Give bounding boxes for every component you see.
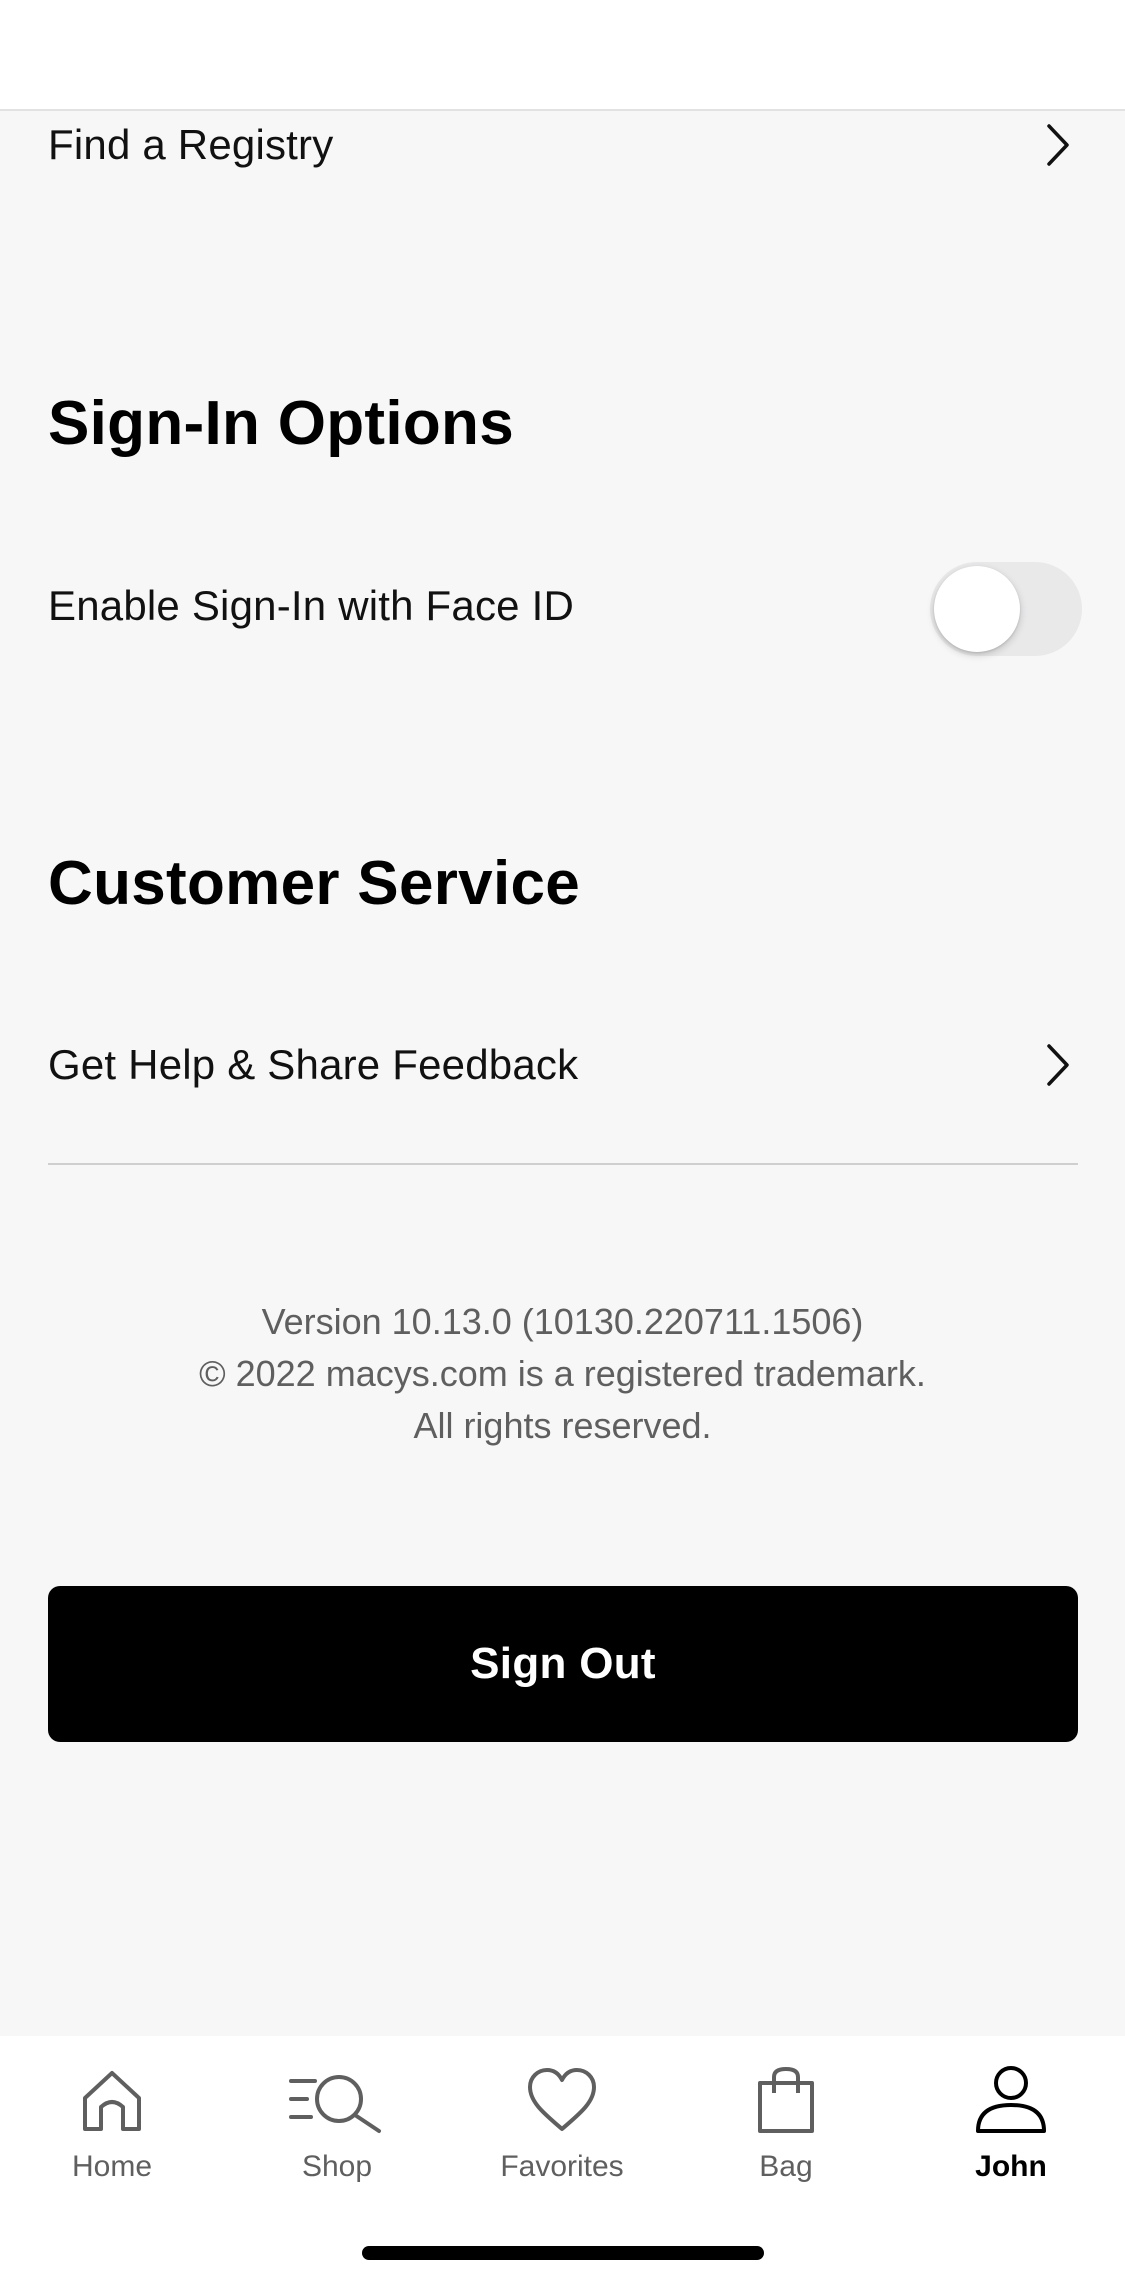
find-registry-row[interactable]: Find a Registry <box>48 114 1078 176</box>
customer-service-title: Customer Service <box>48 849 581 918</box>
sign-out-button[interactable]: Sign Out <box>48 1586 1078 1742</box>
tab-home[interactable]: Home <box>27 2060 197 2184</box>
tab-account[interactable]: John <box>926 2060 1096 2184</box>
person-icon <box>961 2060 1061 2140</box>
toggle-knob <box>934 566 1020 652</box>
face-id-label: Enable Sign-In with Face ID <box>48 582 574 629</box>
sign-in-options-title: Sign-In Options <box>48 389 514 458</box>
rights-line: All rights reserved. <box>413 1405 712 1446</box>
face-id-row: Enable Sign-In with Face ID <box>48 575 898 637</box>
tab-home-label: Home <box>71 2150 153 2183</box>
tab-account-label: John <box>975 2150 1047 2183</box>
find-registry-label: Find a Registry <box>48 121 334 168</box>
trademark-line: © 2022 macys.com is a registered tradema… <box>199 1353 926 1394</box>
tab-shop[interactable]: Shop <box>252 2060 422 2184</box>
version-info: Version 10.13.0 (10130.220711.1506) © 20… <box>0 1296 1125 1452</box>
tab-shop-label: Shop <box>301 2150 373 2183</box>
tab-favorites-label: Favorites <box>500 2150 624 2183</box>
version-line: Version 10.13.0 (10130.220711.1506) <box>261 1301 864 1342</box>
bag-icon <box>736 2060 836 2140</box>
tab-bag[interactable]: Bag <box>701 2060 871 2184</box>
chevron-right-icon <box>1038 1044 1078 1086</box>
tab-bag-label: Bag <box>759 2150 813 2183</box>
divider <box>48 1163 1078 1165</box>
chevron-right-icon <box>1038 124 1078 166</box>
get-help-row[interactable]: Get Help & Share Feedback <box>48 1034 1078 1096</box>
tab-favorites[interactable]: Favorites <box>477 2060 647 2184</box>
get-help-label: Get Help & Share Feedback <box>48 1041 579 1088</box>
shop-search-icon <box>287 2060 387 2140</box>
heart-icon <box>512 2060 612 2140</box>
face-id-toggle[interactable] <box>930 562 1082 656</box>
home-icon <box>62 2060 162 2140</box>
home-indicator <box>362 2246 764 2260</box>
top-bar <box>0 0 1125 111</box>
